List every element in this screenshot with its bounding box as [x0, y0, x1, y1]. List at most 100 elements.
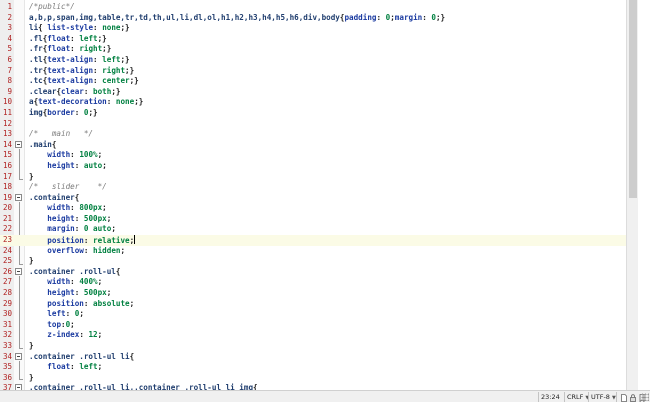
line-code[interactable]: margin: 0 auto;	[29, 224, 116, 235]
line-code[interactable]: width: 400%;	[29, 277, 102, 288]
line-code[interactable]: }	[29, 256, 34, 267]
code-line[interactable]: 6 .tl{text-align: left;}	[0, 55, 638, 66]
vertical-scrollbar[interactable]	[626, 0, 638, 390]
code-line[interactable]: 15 width: 100%;	[0, 150, 638, 161]
line-code[interactable]: /*public*/	[29, 2, 75, 13]
code-token: height	[47, 288, 75, 298]
code-line[interactable]: 19 .container{	[0, 193, 638, 204]
code-line[interactable]: 23 position: relative;	[0, 235, 638, 246]
code-token: ;	[111, 224, 116, 234]
code-token: /* slider */	[29, 182, 107, 192]
encoding-label: UTF-8	[591, 393, 610, 401]
code-line[interactable]: 14 .main{	[0, 140, 638, 151]
line-code[interactable]: }	[29, 373, 34, 384]
line-code[interactable]: .container .roll-ul{	[29, 267, 120, 278]
line-code[interactable]: a,b,p,span,img,table,tr,td,th,ul,li,dl,o…	[29, 13, 445, 24]
code-line[interactable]: 26 .container .roll-ul{	[0, 267, 638, 278]
code-line[interactable]: 7 .tr{text-align: right;}	[0, 66, 638, 77]
cursor-position-cell[interactable]: 23:24	[538, 392, 564, 402]
code-token: :	[65, 309, 75, 319]
code-line[interactable]: 25}	[0, 256, 638, 267]
line-code[interactable]: left: 0;	[29, 309, 84, 320]
scrollbar-thumb[interactable]	[629, 0, 637, 198]
line-code[interactable]: /* main */	[29, 129, 93, 140]
code-line[interactable]: 33}	[0, 341, 638, 352]
code-token: .container .roll-ul li,.container .roll-…	[29, 383, 254, 390]
code-line[interactable]: 3 li{ list-style: none;}	[0, 23, 638, 34]
document-icon[interactable]	[620, 394, 628, 402]
code-line[interactable]: 12	[0, 119, 638, 130]
grip-icon[interactable]	[641, 393, 649, 401]
line-code[interactable]: width: 100%;	[29, 150, 102, 161]
code-line[interactable]: 8 .tc{text-align: center;}	[0, 76, 638, 87]
line-code[interactable]: z-index: 12;	[29, 330, 102, 341]
line-code[interactable]: .container .roll-ul li{	[29, 352, 134, 363]
code-line[interactable]: 27 width: 400%;	[0, 277, 638, 288]
lock-icon[interactable]	[629, 394, 637, 402]
line-code[interactable]: .container .roll-ul li,.container .roll-…	[29, 383, 258, 390]
code-line[interactable]: 31 top:0;	[0, 320, 638, 331]
line-number: 6	[7, 54, 12, 64]
line-code[interactable]: width: 800px;	[29, 203, 106, 214]
code-token: }	[29, 372, 34, 382]
code-line[interactable]: 4 .fl{float: left;}	[0, 34, 638, 45]
code-line[interactable]: 30 left: 0;	[0, 309, 638, 320]
line-ending-selector[interactable]: CRLF ▼	[564, 392, 589, 402]
line-code[interactable]: float: left;	[29, 362, 102, 373]
line-code[interactable]: .tl{text-align: left;}	[29, 55, 130, 66]
code-line[interactable]: 18 /* slider */	[0, 182, 638, 193]
code-line[interactable]: 24 overflow: hidden;	[0, 246, 638, 257]
code-line[interactable]: 29 position: absolute;	[0, 299, 638, 310]
line-code[interactable]: img{border: 0;}	[29, 108, 98, 119]
code-line[interactable]: 35 float: left;	[0, 362, 638, 373]
line-code[interactable]: height: 500px;	[29, 214, 111, 225]
code-line[interactable]: 32 z-index: 12;	[0, 330, 638, 341]
code-line[interactable]: 20 width: 800px;	[0, 203, 638, 214]
line-code[interactable]: .main{	[29, 140, 56, 151]
code-line[interactable]: 22 margin: 0 auto;	[0, 224, 638, 235]
line-code[interactable]: .container{	[29, 193, 79, 204]
code-line[interactable]: 36}	[0, 373, 638, 384]
code-editor[interactable]: 1 /*public*/ 2 a,b,p,span,img,table,tr,td,t…	[0, 0, 638, 390]
code-line[interactable]: 28 height: 500px;	[0, 288, 638, 299]
code-token: both	[93, 86, 112, 96]
code-line[interactable]: 13 /* main */	[0, 129, 638, 140]
code-token: .fr	[29, 44, 43, 54]
code-token: .clear	[29, 86, 57, 96]
line-code[interactable]: }	[29, 172, 34, 183]
line-code[interactable]: .tr{text-align: right;}	[29, 66, 134, 77]
code-line[interactable]: 37 .container .roll-ul li,.container .rol…	[0, 383, 638, 390]
line-code[interactable]: height: auto;	[29, 161, 106, 172]
line-code[interactable]: }	[29, 341, 34, 352]
code-line[interactable]: 2 a,b,p,span,img,table,tr,td,th,ul,li,dl,…	[0, 13, 638, 24]
line-code[interactable]: a{text-decoration: none;}	[29, 97, 143, 108]
encoding-selector[interactable]: UTF-8 ▼	[588, 392, 616, 402]
line-number: 13	[2, 129, 12, 139]
code-lines[interactable]: 1 /*public*/ 2 a,b,p,span,img,table,tr,td,t…	[0, 2, 638, 390]
line-code[interactable]: .fl{float: left;}	[29, 34, 107, 45]
line-code[interactable]: overflow: hidden;	[29, 246, 125, 257]
line-code[interactable]: .tc{text-align: center;}	[29, 76, 139, 87]
line-code[interactable]: .clear{clear: both;}	[29, 87, 120, 98]
line-code[interactable]: top:0;	[29, 320, 74, 331]
code-line[interactable]: 16 height: auto;	[0, 161, 638, 172]
code-line[interactable]: 5 .fr{float: right;}	[0, 44, 638, 55]
line-number: 10	[2, 97, 12, 107]
line-code[interactable]: /* slider */	[29, 182, 107, 193]
line-number: 19	[2, 192, 12, 202]
code-token: ;	[120, 245, 126, 255]
code-token: :	[93, 23, 103, 33]
code-token: left	[79, 362, 98, 372]
code-line[interactable]: 34 .container .roll-ul li{	[0, 352, 638, 363]
line-code[interactable]: .fr{float: right;}	[29, 44, 111, 55]
code-line[interactable]: 10 a{text-decoration: none;}	[0, 97, 638, 108]
line-code[interactable]: li{ list-style: none;}	[29, 23, 130, 34]
code-line[interactable]: 17}	[0, 172, 638, 183]
line-code[interactable]: height: 500px;	[29, 288, 111, 299]
code-line[interactable]: 21 height: 500px;	[0, 214, 638, 225]
code-line[interactable]: 1 /*public*/	[0, 2, 638, 13]
code-line[interactable]: 9 .clear{clear: both;}	[0, 87, 638, 98]
line-code[interactable]: position: absolute;	[29, 299, 134, 310]
code-line[interactable]: 11 img{border: 0;}	[0, 108, 638, 119]
